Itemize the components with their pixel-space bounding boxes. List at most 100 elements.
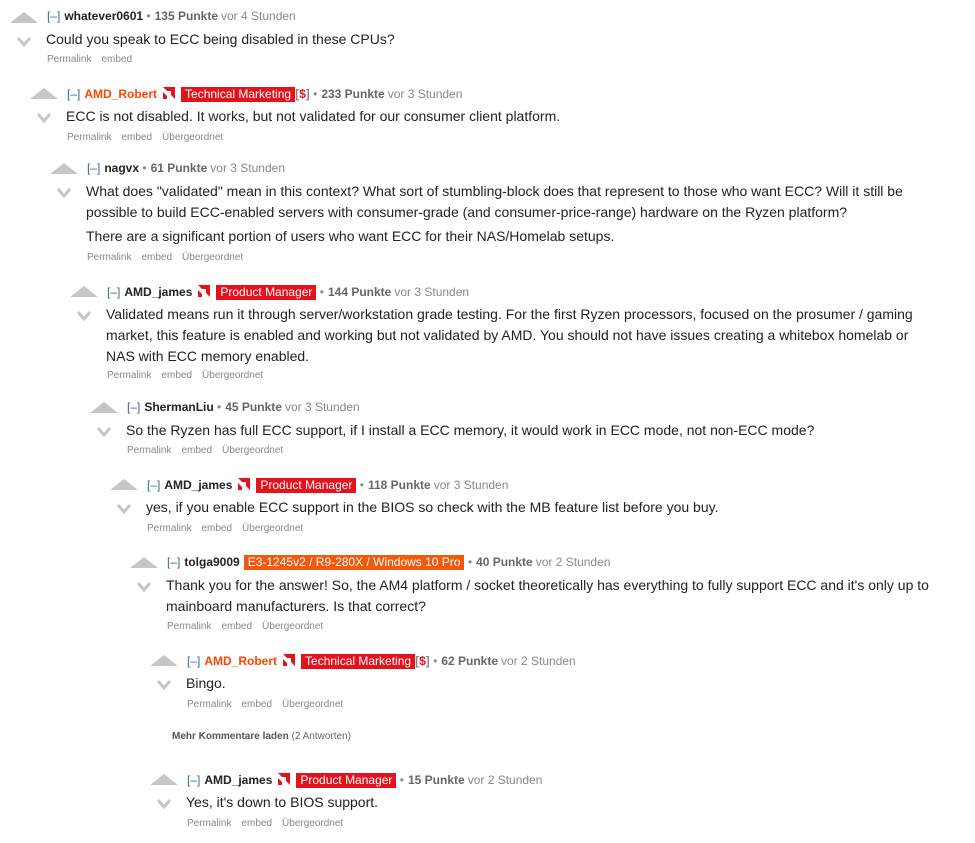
comment-body: What does "validated" mean in this conte… (86, 183, 903, 244)
downvote-arrow-icon[interactable] (77, 310, 91, 322)
collapse-toggle[interactable]: [–] (167, 555, 180, 569)
user-flair: Technical Marketing (181, 87, 296, 102)
downvote-arrow-icon[interactable] (137, 581, 151, 593)
timestamp: vor 2 Stunden (501, 654, 576, 668)
upvote-arrow-icon[interactable] (90, 402, 118, 413)
comment-actions: Permalink embed Übergeordnet (67, 132, 233, 143)
gilded-badge: [$] (415, 654, 430, 668)
collapse-toggle[interactable]: [–] (87, 161, 100, 175)
parent-link[interactable]: Übergeordnet (282, 818, 343, 829)
permalink-link[interactable]: Permalink (187, 818, 231, 829)
score: 45 Punkte (225, 400, 282, 414)
amd-logo-icon (198, 285, 211, 297)
embed-link[interactable]: embed (181, 445, 212, 456)
amd-logo-icon (163, 87, 176, 99)
upvote-arrow-icon[interactable] (30, 88, 58, 99)
comment-body: Yes, it's down to BIOS support. (186, 794, 379, 810)
comment-body: Could you speak to ECC being disabled in… (46, 31, 395, 47)
collapse-toggle[interactable]: [–] (67, 87, 80, 101)
comment-actions: Permalink embed Übergeordnet (127, 445, 293, 456)
author-name[interactable]: AMD_Robert (84, 87, 157, 101)
upvote-arrow-icon[interactable] (130, 557, 158, 568)
comment-actions: Permalink embed (47, 54, 142, 65)
downvote-arrow-icon[interactable] (117, 503, 131, 515)
author-name[interactable]: AMD_Robert (204, 654, 277, 668)
permalink-link[interactable]: Permalink (167, 621, 211, 632)
permalink-link[interactable]: Permalink (127, 445, 171, 456)
user-flair: Technical Marketing (301, 654, 416, 669)
permalink-link[interactable]: Permalink (67, 132, 111, 143)
comment-body: So the Ryzen has full ECC support, if I … (126, 422, 815, 438)
upvote-arrow-icon[interactable] (150, 655, 178, 666)
upvote-arrow-icon[interactable] (70, 286, 98, 297)
upvote-arrow-icon[interactable] (10, 12, 38, 23)
downvote-arrow-icon[interactable] (57, 187, 71, 199)
embed-link[interactable]: embed (121, 132, 152, 143)
author-name[interactable]: tolga9009 (184, 555, 239, 569)
timestamp: vor 3 Stunden (394, 285, 470, 299)
collapse-toggle[interactable]: [–] (187, 773, 200, 787)
parent-link[interactable]: Übergeordnet (182, 252, 243, 263)
comment-actions: Permalink embed Übergeordnet (87, 252, 253, 263)
author-name[interactable]: whatever0601 (64, 9, 143, 23)
embed-link[interactable]: embed (221, 621, 252, 632)
permalink-link[interactable]: Permalink (107, 370, 151, 381)
permalink-link[interactable]: Permalink (87, 252, 131, 263)
collapse-toggle[interactable]: [–] (127, 400, 140, 414)
user-flair: Product Manager (216, 285, 317, 300)
downvote-arrow-icon[interactable] (17, 36, 31, 48)
amd-logo-icon (278, 773, 291, 785)
parent-link[interactable]: Übergeordnet (222, 445, 283, 456)
upvote-arrow-icon[interactable] (50, 163, 78, 174)
comment-body: ECC is not disabled. It works, but not v… (66, 108, 561, 124)
amd-logo-icon (238, 478, 251, 490)
embed-link[interactable]: embed (201, 523, 232, 534)
author-name[interactable]: ShermanLiu (144, 400, 213, 414)
parent-link[interactable]: Übergeordnet (162, 132, 223, 143)
downvote-arrow-icon[interactable] (97, 426, 111, 438)
downvote-arrow-icon[interactable] (157, 798, 171, 810)
embed-link[interactable]: embed (141, 252, 172, 263)
timestamp: vor 3 Stunden (387, 87, 463, 101)
collapse-toggle[interactable]: [–] (107, 285, 120, 299)
timestamp: vor 3 Stunden (433, 478, 509, 492)
gilded-badge: [$] (295, 87, 310, 101)
score: 233 Punkte (321, 87, 385, 101)
downvote-arrow-icon[interactable] (157, 679, 171, 691)
parent-link[interactable]: Übergeordnet (242, 523, 303, 534)
timestamp: vor 2 Stunden (535, 555, 611, 569)
comment-body: Validated means run it through server/wo… (106, 306, 913, 364)
load-more-comments[interactable]: Mehr Kommentare laden (2 Antworten) (172, 731, 351, 742)
score: 144 Punkte (327, 285, 392, 299)
parent-link[interactable]: Übergeordnet (262, 621, 323, 632)
collapse-toggle[interactable]: [–] (47, 9, 60, 23)
permalink-link[interactable]: Permalink (187, 699, 231, 710)
parent-link[interactable]: Übergeordnet (202, 370, 263, 381)
amd-logo-icon (283, 654, 296, 666)
parent-link[interactable]: Übergeordnet (282, 699, 343, 710)
comment-actions: Permalink embed Übergeordnet (147, 523, 313, 534)
permalink-link[interactable]: Permalink (147, 523, 191, 534)
comment-body: Thank you for the answer! So, the AM4 pl… (166, 577, 929, 614)
score: 135 Punkte (154, 9, 218, 23)
user-flair: E3-1245v2 / R9-280X / Windows 10 Pro (243, 555, 465, 570)
author-name[interactable]: nagvx (104, 161, 139, 175)
upvote-arrow-icon[interactable] (150, 774, 178, 785)
timestamp: vor 3 Stunden (284, 400, 360, 414)
author-name[interactable]: AMD_james (204, 773, 272, 787)
embed-link[interactable]: embed (161, 370, 192, 381)
embed-link[interactable]: embed (241, 699, 272, 710)
timestamp: vor 4 Stunden (221, 9, 296, 23)
collapse-toggle[interactable]: [–] (147, 478, 160, 492)
embed-link[interactable]: embed (241, 818, 272, 829)
collapse-toggle[interactable]: [–] (187, 654, 200, 668)
author-name[interactable]: AMD_james (164, 478, 232, 492)
permalink-link[interactable]: Permalink (47, 54, 91, 65)
downvote-arrow-icon[interactable] (37, 112, 51, 124)
score: 118 Punkte (367, 478, 431, 492)
timestamp: vor 2 Stunden (467, 773, 543, 787)
upvote-arrow-icon[interactable] (110, 479, 138, 490)
embed-link[interactable]: embed (101, 54, 132, 65)
load-more-label[interactable]: Mehr Kommentare laden (172, 731, 289, 742)
author-name[interactable]: AMD_james (124, 285, 192, 299)
